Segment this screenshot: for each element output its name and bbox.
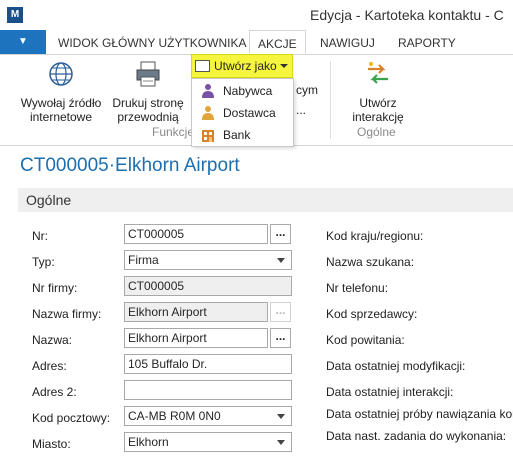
nazwa-firmy-lookup-button: ... [270, 302, 291, 322]
bank-icon [202, 130, 214, 142]
hidden-button-text-2: ... [296, 103, 307, 117]
adres2-label: Adres 2: [32, 385, 77, 399]
typ-select[interactable]: Firma [124, 250, 292, 270]
create-as-button[interactable]: Utwórz jako [191, 54, 293, 78]
fasttab-general[interactable]: Ogólne [18, 188, 513, 212]
app-menu-button[interactable]: ▼ [0, 30, 46, 54]
search-name-label: Nazwa szukana: [326, 255, 415, 269]
salutation-label: Kod powitania: [326, 333, 405, 347]
chevron-down-icon [280, 64, 288, 68]
typ-label: Typ: [32, 255, 55, 269]
interaction-icon [368, 62, 388, 84]
nazwa-firmy-field: Elkhorn Airport [124, 302, 268, 322]
group-general-label: Ogólne [357, 125, 396, 139]
nazwa-field[interactable]: Elkhorn Airport [124, 328, 268, 348]
next-task-label: Data nast. zadania do wykonania: [326, 429, 507, 443]
group-separator [330, 61, 331, 139]
create-interaction-button[interactable]: Utwórz interakcję [338, 59, 418, 124]
contact-card-icon [195, 60, 210, 72]
adres2-field[interactable] [124, 380, 292, 400]
create-as-menu: Nabywca Dostawca Bank [191, 78, 294, 147]
page-title: CT000005·Elkhorn Airport [20, 155, 240, 176]
menu-item-bank[interactable]: Bank [192, 124, 293, 146]
last-modified-label: Data ostatniej modyfikacji: [326, 359, 466, 373]
menu-item-label: Bank [223, 128, 251, 142]
interaction-label-1: Utwórz [359, 96, 397, 110]
kod-pocztowy-select[interactable]: CA-MB R0M 0N0 [124, 406, 292, 426]
kod-pocztowy-label: Kod pocztowy: [32, 411, 111, 425]
country-region-label: Kod kraju/regionu: [326, 229, 424, 243]
nr-field[interactable]: CT000005 [124, 224, 268, 244]
hidden-button-text-1: cym [296, 83, 318, 97]
miasto-label: Miasto: [32, 437, 71, 451]
chevron-down-icon: ▼ [18, 36, 28, 47]
tab-navigate[interactable]: NAWIGUJ [320, 30, 375, 54]
salesperson-label: Kod sprzedawcy: [326, 307, 418, 321]
adres-field[interactable]: 105 Buffalo Dr. [124, 354, 292, 374]
section-title: Ogólne [26, 192, 72, 208]
menu-item-label: Dostawca [223, 106, 276, 120]
nazwa-firmy-label: Nazwa firmy: [32, 307, 102, 321]
title-bar: M Edycja - Kartoteka kontaktu - C [0, 0, 513, 30]
print-label-1: Drukuj stronę [112, 96, 184, 110]
interaction-label-2: interakcję [352, 110, 404, 124]
nr-firmy-label: Nr firmy: [32, 281, 78, 295]
last-interaction-label: Data ostatniej interakcji: [326, 385, 454, 399]
print-label-2: przewodnią [117, 110, 179, 124]
tab-reports[interactable]: RAPORTY [398, 30, 456, 54]
nazwa-label: Nazwa: [32, 333, 73, 347]
miasto-select[interactable]: Elkhorn [124, 432, 292, 452]
group-functions-label: Funkcje [152, 125, 195, 139]
nr-lookup-button[interactable]: ... [270, 224, 291, 244]
tab-home[interactable]: WIDOK GŁÓWNY UŻYTKOWNIKA [58, 30, 246, 54]
menu-item-customer[interactable]: Nabywca [192, 80, 293, 102]
browse-label-2: internetowe [29, 110, 93, 124]
adres-label: Adres: [32, 359, 67, 373]
print-cover-button[interactable]: Drukuj stronę przewodnią [108, 59, 188, 124]
nr-label: Nr: [32, 229, 48, 243]
tab-actions[interactable]: AKCJE [249, 30, 306, 54]
browse-source-button[interactable]: Wywołaj źródło internetowe [14, 59, 108, 124]
last-attempt-label: Data ostatniej próby nawiązania kor [326, 407, 513, 421]
customer-icon [202, 84, 214, 98]
phone-label: Nr telefonu: [326, 281, 389, 295]
nr-firmy-field: CT000005 [124, 276, 292, 296]
menu-item-label: Nabywca [223, 84, 273, 98]
nazwa-lookup-button[interactable]: ... [270, 328, 291, 348]
app-icon: M [7, 7, 23, 23]
ribbon-tabs: ▼ WIDOK GŁÓWNY UŻYTKOWNIKA AKCJE NAWIGUJ… [0, 30, 513, 55]
printer-icon [136, 61, 160, 87]
vendor-icon [202, 106, 214, 120]
globe-icon [49, 62, 73, 86]
browse-label-1: Wywołaj źródło [20, 96, 102, 110]
create-as-label: Utwórz jako [214, 59, 277, 73]
menu-item-vendor[interactable]: Dostawca [192, 102, 293, 124]
window-title: Edycja - Kartoteka kontaktu - C [310, 7, 504, 23]
